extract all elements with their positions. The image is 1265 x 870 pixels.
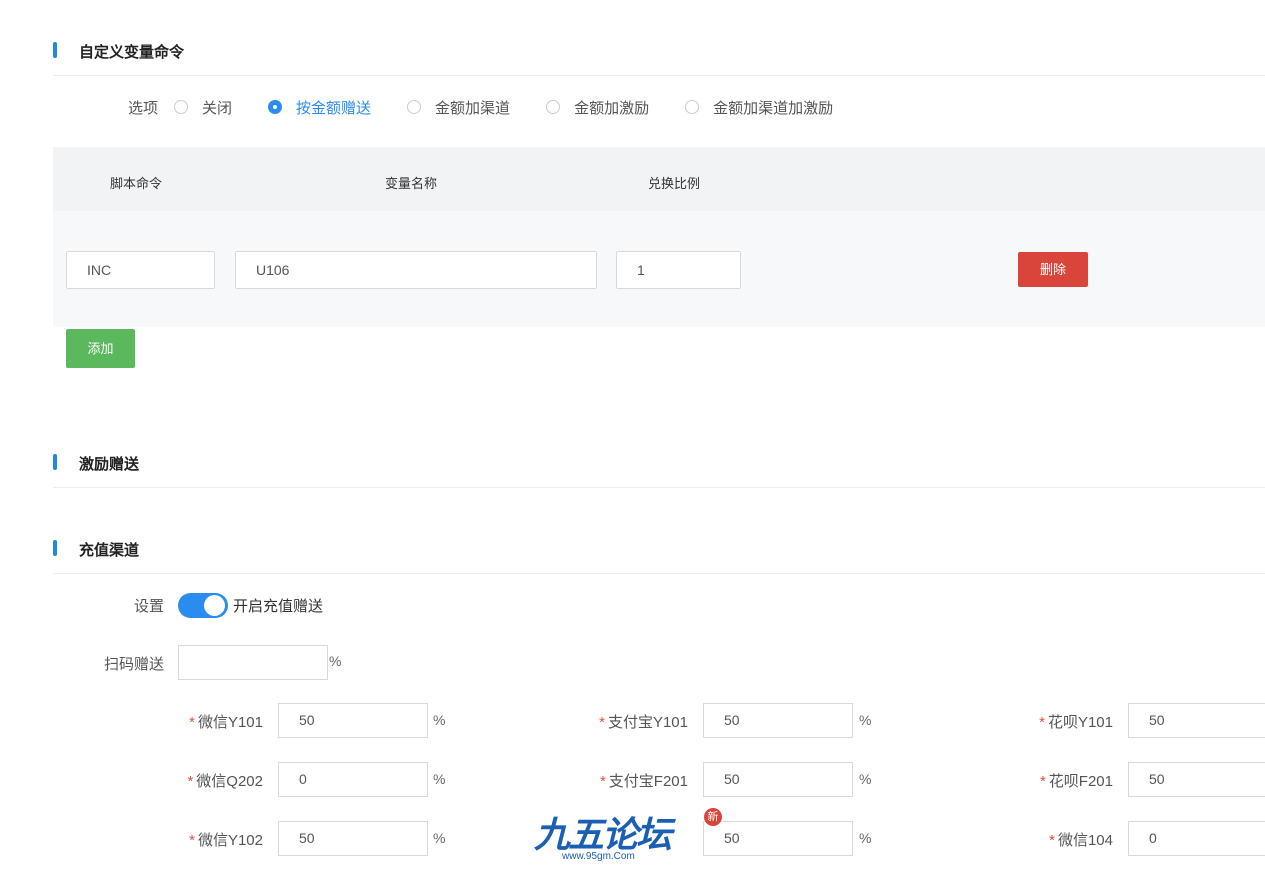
- radio-circle[interactable]: [685, 100, 700, 114]
- toggle-label: 开启充值赠送: [233, 598, 324, 615]
- section-marker: [53, 540, 57, 556]
- field-label-huabei-y101: * 花呗Y101: [1039, 714, 1113, 731]
- field-input-wechat-y101[interactable]: 50: [278, 703, 428, 738]
- radio-circle[interactable]: [268, 100, 283, 114]
- field-label-wechat-y102: * 微信Y102: [189, 832, 263, 849]
- toggle-knob: [204, 595, 225, 616]
- percent-unit: %: [859, 771, 872, 787]
- section-title-incentive: 激励赠送: [79, 456, 140, 473]
- field-label-alipay-y101: * 支付宝Y101: [599, 714, 688, 731]
- watermark-logo: 九五论坛 www.95gm.Com 新: [534, 806, 724, 866]
- field-input-wechat-q202[interactable]: 0: [278, 762, 428, 797]
- field-input-huabei-f201[interactable]: 50: [1128, 762, 1265, 797]
- options-label: 选项: [128, 99, 159, 117]
- radio-label: 金额加渠道加激励: [713, 99, 834, 117]
- field-input-huabei-y101[interactable]: 50: [1128, 703, 1265, 738]
- radio-label: 金额加渠道: [435, 99, 511, 117]
- field-input-alipay-f201[interactable]: 50: [703, 762, 853, 797]
- field-input-wechat-104[interactable]: 0: [1128, 821, 1265, 856]
- setting-label: 设置: [133, 598, 164, 615]
- radio-off[interactable]: 关闭: [174, 97, 232, 118]
- new-badge: 新: [704, 808, 722, 826]
- field-label-wechat-q202: * 微信Q202: [187, 773, 263, 790]
- radio-circle[interactable]: [174, 100, 189, 114]
- percent-unit: %: [433, 830, 446, 846]
- percent-unit: %: [859, 830, 872, 846]
- field-label-alipay-f201: * 支付宝F201: [599, 773, 688, 790]
- radio-amount-incentive[interactable]: 金额加激励: [546, 97, 649, 118]
- scan-bonus-input[interactable]: [178, 645, 328, 680]
- variable-input[interactable]: U106: [235, 251, 597, 289]
- radio-circle[interactable]: [407, 100, 422, 114]
- section-marker: [53, 454, 57, 470]
- column-header-variable: 变量名称: [385, 176, 438, 191]
- field-input-alipay-y101[interactable]: 50: [703, 703, 853, 738]
- section-title-recharge: 充值渠道: [79, 542, 140, 559]
- delete-button[interactable]: 删除: [1018, 252, 1088, 287]
- table-header: 脚本命令 变量名称 兑换比例: [53, 147, 1265, 211]
- field-label-wechat-y101: * 微信Y101: [189, 714, 263, 731]
- radio-label: 金额加激励: [574, 99, 650, 117]
- radio-by-amount[interactable]: 按金额赠送: [268, 97, 371, 118]
- radio-amount-channel-incentive[interactable]: 金额加渠道加激励: [685, 97, 833, 118]
- percent-unit: %: [859, 712, 872, 728]
- percent-unit: %: [433, 771, 446, 787]
- radio-label: 关闭: [202, 99, 233, 117]
- radio-label: 按金额赠送: [296, 99, 372, 117]
- field-label-wechat-104: * 微信104: [1049, 832, 1113, 849]
- command-input[interactable]: INC: [66, 251, 215, 289]
- section-title-custom-var: 自定义变量命令: [79, 44, 185, 61]
- field-input-wechat-y102[interactable]: 50: [278, 821, 428, 856]
- radio-amount-channel[interactable]: 金额加渠道: [407, 97, 510, 118]
- options-radio-group: 选项 关闭 按金额赠送 金额加渠道 金额加激励 金额加渠道加激励: [128, 96, 869, 118]
- field-input-obscured[interactable]: 50: [703, 821, 853, 856]
- percent-unit: %: [329, 653, 342, 669]
- logo-url: www.95gm.Com: [562, 851, 635, 862]
- divider: [53, 573, 1265, 574]
- divider: [53, 487, 1265, 488]
- add-button[interactable]: 添加: [66, 329, 135, 368]
- recharge-bonus-toggle[interactable]: [178, 593, 228, 618]
- percent-unit: %: [433, 712, 446, 728]
- column-header-ratio: 兑换比例: [648, 176, 701, 191]
- scan-bonus-label: 扫码赠送: [103, 656, 164, 673]
- divider: [53, 75, 1265, 76]
- radio-circle[interactable]: [546, 100, 561, 114]
- section-marker: [53, 42, 57, 58]
- ratio-input[interactable]: 1: [616, 251, 741, 289]
- column-header-command: 脚本命令: [110, 176, 163, 191]
- field-label-huabei-f201: * 花呗F201: [1039, 773, 1113, 790]
